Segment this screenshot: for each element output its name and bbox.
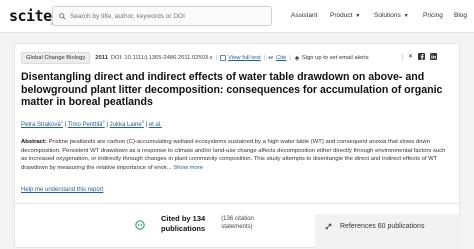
references-count: References 60 publications — [340, 223, 425, 230]
search-box[interactable] — [52, 6, 272, 26]
nav-blog[interactable]: Blog — [454, 12, 467, 19]
chevron-down-icon: ▼ — [403, 12, 409, 19]
author-link[interactable]: Petra Straková1 — [21, 119, 63, 128]
nav-pricing[interactable]: Pricing — [423, 12, 443, 19]
author-link[interactable]: Jukka Laine3 — [110, 119, 144, 128]
article-meta: Global Change Biology 2011 DOI: 10.1111/… — [21, 52, 369, 64]
search-icon — [59, 12, 66, 20]
show-more-link[interactable]: Show more — [173, 165, 203, 171]
twitter-icon[interactable]: ✕ — [408, 53, 413, 60]
help-understand-link[interactable]: Help me understand this report — [21, 187, 103, 193]
doi-text: DOI: 10.1111/j.1365-2486.2011.02503.x — [110, 55, 213, 61]
publication-year: 2011 — [95, 55, 108, 61]
nav-assistant[interactable]: Assistant — [291, 12, 317, 19]
quote-icon — [268, 56, 273, 59]
cited-by-count: Cited by 134 publications — [161, 214, 206, 233]
top-navigation-bar: scite_ Assistant Product▼ Solutions▼ Pri… — [0, 0, 474, 33]
author-link[interactable]: Timo Penttilä2 — [68, 119, 105, 128]
external-link-icon — [220, 55, 226, 61]
journal-badge[interactable]: Global Change Biology — [21, 52, 91, 64]
chevron-down-icon: ▼ — [355, 12, 361, 19]
references-icon — [325, 223, 332, 230]
abstract-text: Pristine peatlands are carbon (C)-accumu… — [21, 139, 446, 171]
search-input[interactable] — [70, 12, 260, 20]
divider — [15, 203, 461, 204]
author-list: Petra Straková1 | Timo Penttilä2 | Jukka… — [21, 119, 162, 128]
cited-by-section[interactable]: Cited by 134 publications (136 citation … — [135, 214, 330, 249]
nav-solutions[interactable]: Solutions ▼ — [374, 12, 409, 19]
et-al-link[interactable]: et al. — [149, 122, 162, 128]
references-section[interactable]: References 60 publications — [315, 214, 461, 249]
view-full-text-link[interactable]: View full text — [228, 55, 260, 61]
article-title: Disentangling direct and indirect effect… — [21, 71, 443, 109]
article-card: Global Change Biology 2011 DOI: 10.1111/… — [14, 43, 461, 249]
abstract-label: Abstract: — [21, 139, 47, 145]
cite-link[interactable]: Cite — [276, 55, 286, 61]
facebook-icon[interactable] — [418, 53, 425, 60]
abstract: Abstract: Pristine peatlands are carbon … — [21, 138, 453, 172]
citation-statements: (136 citation statements) — [221, 216, 254, 230]
bell-icon — [295, 56, 299, 61]
citation-quote-icon — [135, 220, 145, 230]
nav-product[interactable]: Product ▼ — [330, 12, 360, 19]
share-links: | ✕ — [401, 53, 437, 60]
linkedin-icon[interactable] — [430, 53, 437, 60]
email-alerts-link[interactable]: Sign up to set email alerts — [302, 55, 369, 61]
